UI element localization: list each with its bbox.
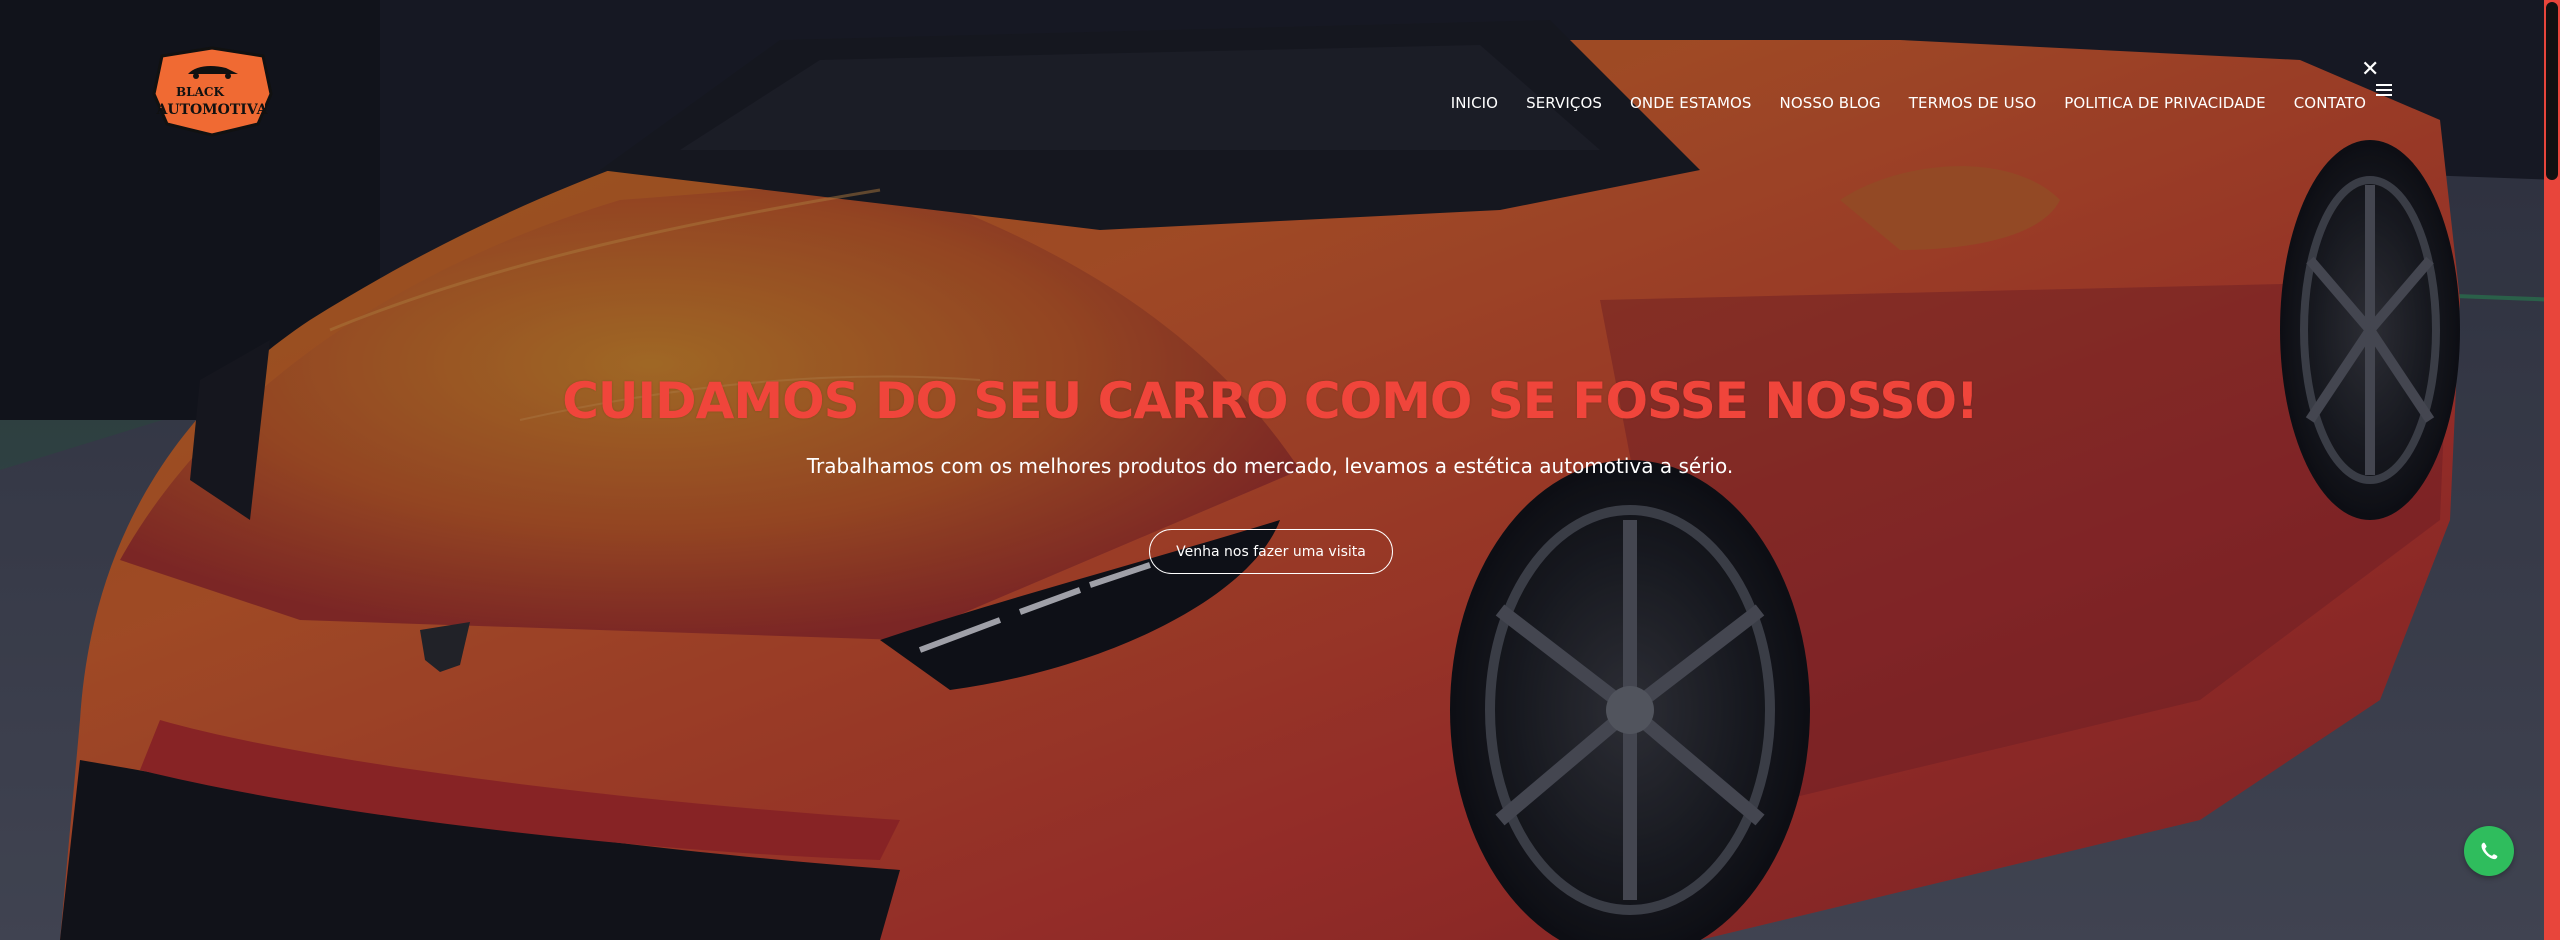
nav-politica-de-privacidade[interactable]: POLITICA DE PRIVACIDADE <box>2064 94 2265 112</box>
close-icon[interactable]: ✕ <box>2361 58 2379 80</box>
nav-inicio[interactable]: INICIO <box>1451 94 1498 112</box>
nav-onde-estamos[interactable]: ONDE ESTAMOS <box>1630 94 1752 112</box>
hero-headline: CUIDAMOS DO SEU CARRO COMO SE FOSSE NOSS… <box>562 372 1979 430</box>
hamburger-icon[interactable] <box>2376 84 2392 98</box>
logo-text-line1: BLACK <box>176 85 224 99</box>
whatsapp-button[interactable] <box>2464 826 2514 876</box>
logo-badge-icon: BLACK AUTOMOTIVA <box>152 46 273 137</box>
hero-subtitle: Trabalhamos com os melhores produtos do … <box>806 454 1734 478</box>
nav-nosso-blog[interactable]: NOSSO BLOG <box>1780 94 1881 112</box>
main-navigation: INICIO SERVIÇOS ONDE ESTAMOS NOSSO BLOG … <box>1451 94 2366 112</box>
visit-cta-button[interactable]: Venha nos fazer uma visita <box>1149 529 1393 574</box>
nav-contato[interactable]: CONTATO <box>2294 94 2366 112</box>
brand-logo[interactable]: BLACK AUTOMOTIVA <box>150 44 275 139</box>
nav-termos-de-uso[interactable]: TERMOS DE USO <box>1909 94 2037 112</box>
nav-servicos[interactable]: SERVIÇOS <box>1526 94 1602 112</box>
logo-text-line2: AUTOMOTIVA <box>156 102 269 118</box>
scrollbar-thumb[interactable] <box>2546 2 2558 180</box>
whatsapp-icon <box>2481 842 2498 860</box>
